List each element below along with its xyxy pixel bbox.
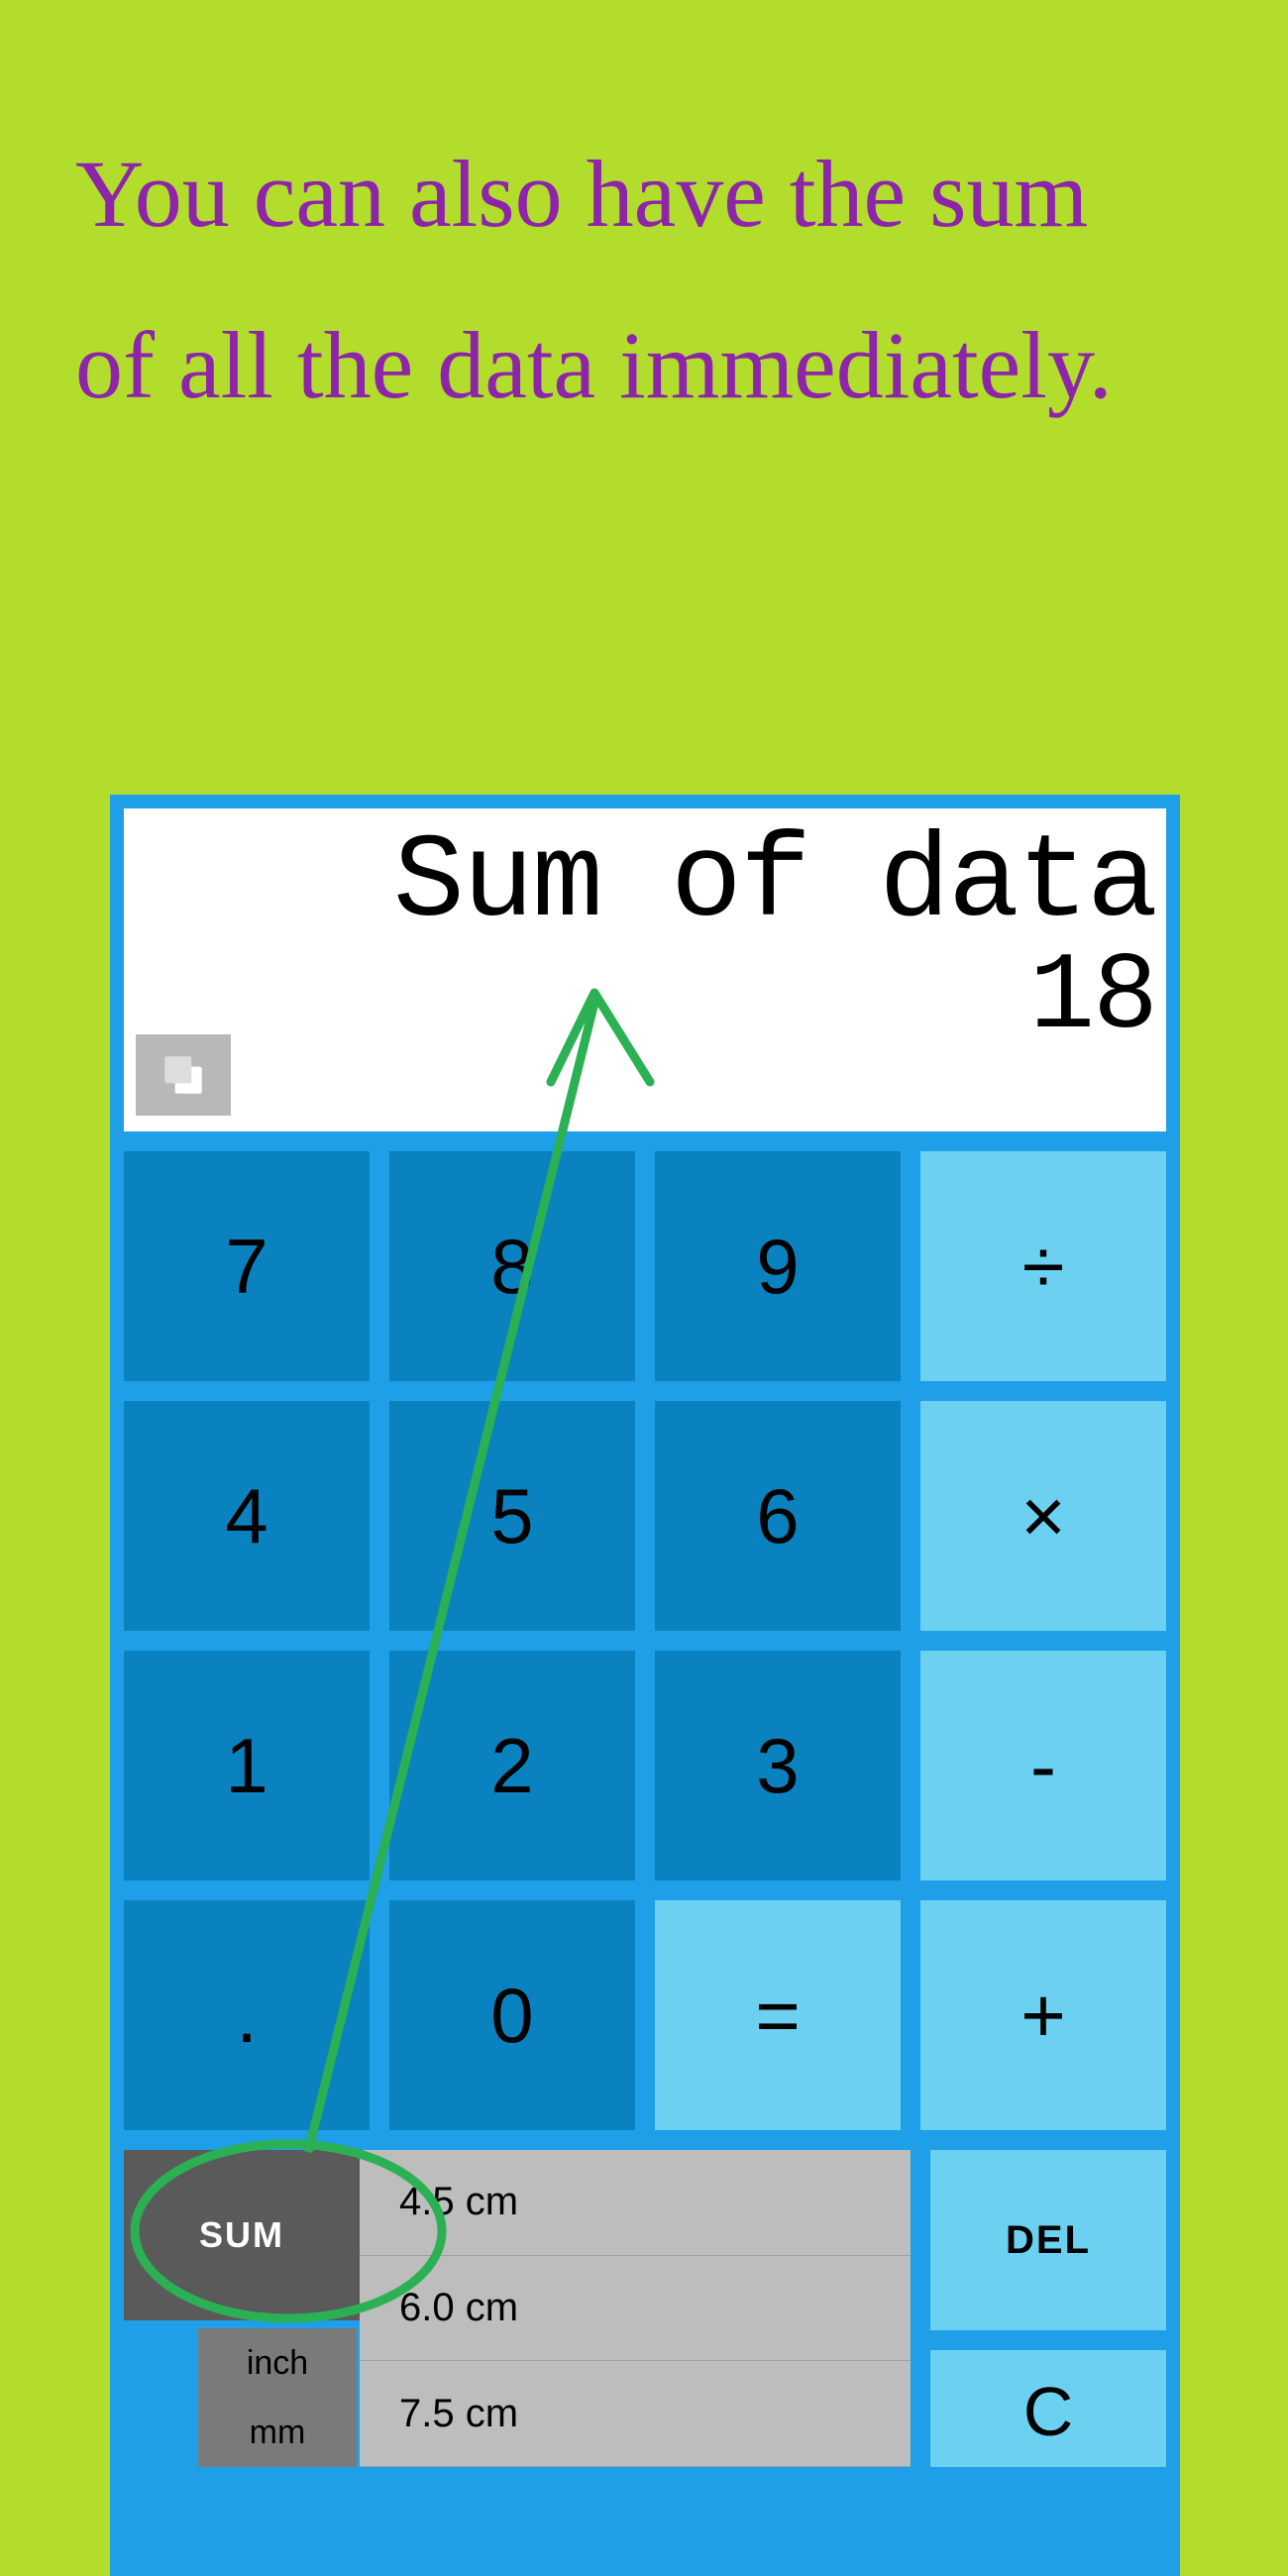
key-5[interactable]: 5 — [389, 1401, 635, 1631]
key-decimal[interactable]: . — [124, 1900, 370, 2130]
key-row-3: 1 2 3 - — [124, 1651, 1166, 1880]
display-label: Sum of data — [124, 808, 1156, 951]
copy-button[interactable] — [136, 1034, 231, 1116]
bottom-panel: SUM inch mm 4.5 cm 6.0 cm 7.5 cm DEL C — [124, 2150, 1166, 2467]
display-result: 18 — [124, 936, 1156, 1060]
key-divide[interactable]: ÷ — [920, 1151, 1166, 1381]
key-0[interactable]: 0 — [389, 1900, 635, 2130]
calculator-app: Sum of data 18 7 8 9 ÷ 4 5 6 × 1 2 3 - — [110, 795, 1180, 2576]
unit-inch[interactable]: inch — [198, 2328, 357, 2398]
key-minus[interactable]: - — [920, 1651, 1166, 1880]
key-7[interactable]: 7 — [124, 1151, 370, 1381]
key-3[interactable]: 3 — [655, 1651, 901, 1880]
key-6[interactable]: 6 — [655, 1401, 901, 1631]
promo-caption: You can also have the sum of all the dat… — [75, 109, 1189, 452]
key-equals[interactable]: = — [655, 1900, 901, 2130]
right-controls: DEL C — [930, 2150, 1166, 2467]
key-plus[interactable]: + — [920, 1900, 1166, 2130]
key-8[interactable]: 8 — [389, 1151, 635, 1381]
key-2[interactable]: 2 — [389, 1651, 635, 1880]
key-row-4: . 0 = + — [124, 1900, 1166, 2130]
key-4[interactable]: 4 — [124, 1401, 370, 1631]
copy-icon — [159, 1050, 208, 1100]
unit-mm[interactable]: mm — [198, 2398, 357, 2467]
unit-list: inch mm — [198, 2328, 357, 2467]
key-row-2: 4 5 6 × — [124, 1401, 1166, 1631]
data-item-3[interactable]: 7.5 cm — [360, 2361, 911, 2467]
key-9[interactable]: 9 — [655, 1151, 901, 1381]
calculator-display: Sum of data 18 — [124, 808, 1166, 1131]
sum-button[interactable]: SUM — [124, 2150, 360, 2320]
data-item-2[interactable]: 6.0 cm — [360, 2256, 911, 2362]
data-item-1[interactable]: 4.5 cm — [360, 2150, 911, 2256]
keypad: 7 8 9 ÷ 4 5 6 × 1 2 3 - . 0 = + — [124, 1151, 1166, 2130]
delete-button[interactable]: DEL — [930, 2150, 1166, 2330]
key-1[interactable]: 1 — [124, 1651, 370, 1880]
left-controls: SUM inch mm — [124, 2150, 360, 2467]
data-list: 4.5 cm 6.0 cm 7.5 cm — [360, 2150, 911, 2467]
clear-button[interactable]: C — [930, 2350, 1166, 2467]
key-multiply[interactable]: × — [920, 1401, 1166, 1631]
key-row-1: 7 8 9 ÷ — [124, 1151, 1166, 1381]
